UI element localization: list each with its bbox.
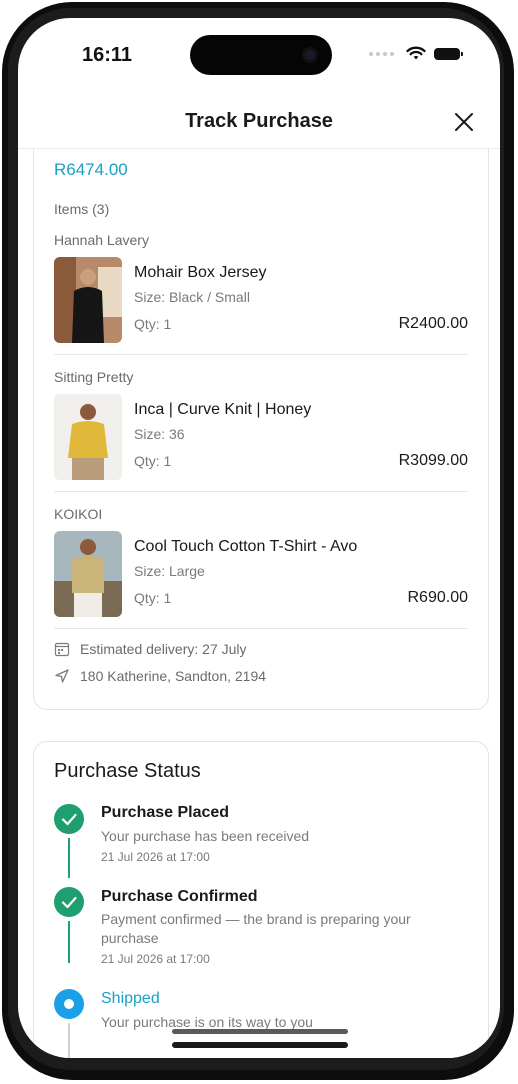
- calendar-icon: [54, 642, 70, 657]
- step-title: Purchase Confirmed: [101, 888, 258, 905]
- check-icon: [54, 804, 84, 834]
- product-qty: Qty: 1: [134, 316, 172, 332]
- product-image[interactable]: [54, 394, 122, 480]
- estimated-delivery-text: Estimated delivery: 27 July: [80, 641, 247, 657]
- items-count: Items (3): [54, 201, 110, 217]
- order-total: R6474.00: [54, 160, 128, 179]
- camera-icon: [302, 47, 318, 63]
- brand-name[interactable]: KOIKOI: [54, 506, 102, 522]
- product-size: Size: Large: [134, 563, 205, 579]
- check-icon: [54, 887, 84, 917]
- status-icons: [369, 46, 463, 61]
- product-name[interactable]: Cool Touch Cotton T-Shirt - Avo: [134, 538, 357, 556]
- close-icon: [455, 113, 473, 131]
- timeline-line: [68, 1023, 70, 1058]
- product-image[interactable]: [54, 257, 122, 343]
- product-price: R2400.00: [398, 315, 468, 332]
- current-step-icon: [54, 989, 84, 1019]
- scroll-content[interactable]: 11-2025-21650 R6474.00 Items (3) Hannah …: [18, 149, 500, 1058]
- home-indicator-shadow: [172, 1029, 348, 1034]
- step-description: Payment confirmed — the brand is prepari…: [101, 911, 411, 946]
- brand-name[interactable]: Sitting Pretty: [54, 369, 133, 385]
- product-size: Size: 36: [134, 426, 185, 442]
- product-qty: Qty: 1: [134, 590, 172, 606]
- product-name[interactable]: Mohair Box Jersey: [134, 264, 267, 282]
- step-title: Shipped: [101, 990, 160, 1007]
- divider: [54, 628, 468, 629]
- order-card: 11-2025-21650 R6474.00 Items (3) Hannah …: [33, 149, 489, 710]
- step-timestamp: 21 Jul 2026 at 17:00: [101, 850, 210, 864]
- header: Track Purchase: [18, 98, 500, 149]
- wifi-icon: [406, 46, 426, 60]
- purchase-status-card: Purchase Status Purchase Placed Your pur…: [33, 741, 489, 1058]
- brand-name[interactable]: Hannah Lavery: [54, 232, 149, 248]
- product-qty: Qty: 1: [134, 453, 172, 469]
- close-button[interactable]: [450, 108, 478, 136]
- purchase-status-title: Purchase Status: [54, 760, 201, 782]
- timeline-line: [68, 838, 70, 878]
- dynamic-island: [190, 35, 332, 75]
- product-price: R3099.00: [398, 452, 468, 469]
- estimated-delivery: Estimated delivery: 27 July: [54, 641, 247, 657]
- status-time: 16:11: [82, 44, 133, 66]
- step-description: Your purchase has been received: [101, 828, 310, 844]
- screen: 16:11 Track Purchase 11-2025-21650 R6474…: [18, 18, 500, 1058]
- location-arrow-icon: [55, 669, 69, 683]
- product-name[interactable]: Inca | Curve Knit | Honey: [134, 401, 311, 419]
- step-timestamp: 21 Jul 2026 at 17:00: [101, 952, 210, 966]
- signal-dots-icon: [369, 51, 394, 56]
- page-title: Track Purchase: [185, 110, 333, 132]
- home-indicator[interactable]: [172, 1042, 348, 1048]
- product-size: Size: Black / Small: [134, 289, 250, 305]
- divider: [54, 491, 468, 492]
- product-price: R690.00: [407, 589, 469, 606]
- product-image[interactable]: [54, 531, 122, 617]
- step-title: Purchase Placed: [101, 804, 230, 821]
- timeline-line: [68, 921, 70, 963]
- battery-icon: [434, 47, 463, 60]
- delivery-address: 180 Katherine, Sandton, 2194: [54, 668, 266, 684]
- delivery-address-text: 180 Katherine, Sandton, 2194: [80, 668, 267, 684]
- divider: [54, 354, 468, 355]
